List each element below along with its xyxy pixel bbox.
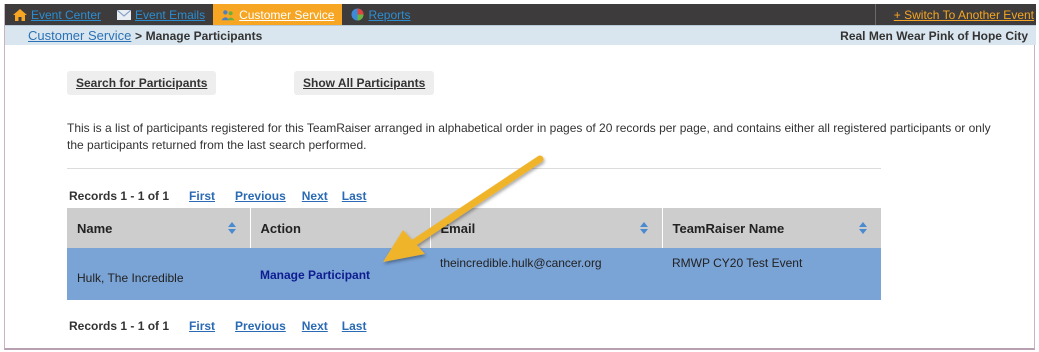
pager-first-link[interactable]: First (189, 189, 215, 203)
manage-participant-link[interactable]: Manage Participant (260, 268, 370, 282)
records-count: Records 1 - 1 of 1 (69, 319, 170, 333)
show-all-participants-button[interactable]: Show All Participants (294, 71, 435, 95)
records-count: Records 1 - 1 of 1 (69, 189, 170, 203)
pager-next-link[interactable]: Next (302, 189, 328, 203)
pager-previous-link[interactable]: Previous (235, 189, 286, 203)
search-participants-button[interactable]: Search for Participants (67, 71, 217, 95)
pager-top: Records 1 - 1 of 1 First Previous Next L… (69, 189, 386, 203)
nav-event-center[interactable]: Event Center (5, 4, 109, 25)
pager-last-link[interactable]: Last (342, 319, 367, 333)
column-header-name[interactable]: Name (67, 208, 250, 248)
cell-teamraiser: RMWP CY20 Test Event (662, 248, 881, 300)
switch-event-label: + Switch To Another Event (893, 7, 1034, 22)
column-header-teamraiser[interactable]: TeamRaiser Name (661, 208, 881, 248)
breadcrumb: Customer Service > Manage Participants R… (5, 25, 1036, 45)
nav-reports-label: Reports (368, 7, 411, 22)
nav-customer-service[interactable]: Customer Service (213, 4, 343, 25)
table-header-row: Name Action Email TeamRaiser Name (67, 208, 881, 248)
column-header-email-label: Email (440, 220, 476, 236)
nav-reports[interactable]: Reports (342, 4, 418, 25)
column-header-action-label: Action (260, 220, 301, 236)
breadcrumb-current-page: Manage Participants (145, 29, 263, 43)
column-header-action: Action (249, 208, 430, 248)
nav-event-emails[interactable]: Event Emails (109, 4, 213, 25)
sort-icon[interactable] (639, 222, 650, 236)
pager-last-link[interactable]: Last (342, 189, 367, 203)
column-header-name-label: Name (77, 220, 113, 236)
divider (67, 168, 881, 169)
people-icon (221, 9, 235, 21)
breadcrumb-customer-service-link[interactable]: Customer Service (28, 28, 131, 43)
pager-bottom: Records 1 - 1 of 1 First Previous Next L… (69, 319, 386, 333)
table-row: Hulk, The Incredible Manage Participant … (67, 248, 881, 300)
column-header-email[interactable]: Email (429, 208, 662, 248)
participants-table: Name Action Email TeamRaiser Name Hulk, … (67, 208, 881, 300)
top-navigation: Event Center Event Emails Customer Servi… (5, 4, 1036, 25)
column-header-teamraiser-label: TeamRaiser Name (672, 220, 785, 236)
nav-customer-service-label: Customer Service (239, 7, 335, 22)
breadcrumb-separator: > (134, 29, 142, 43)
sort-icon[interactable] (859, 222, 869, 236)
event-name: Real Men Wear Pink of Hope City (840, 28, 1028, 43)
cell-email: theincredible.hulk@cancer.org (430, 248, 662, 300)
switch-event-link[interactable]: + Switch To Another Event (874, 4, 1036, 25)
description-text: This is a list of participants registere… (67, 121, 991, 152)
pager-first-link[interactable]: First (189, 319, 215, 333)
pager-previous-link[interactable]: Previous (235, 319, 286, 333)
home-icon (13, 8, 27, 21)
pie-chart-icon (350, 8, 364, 21)
nav-event-center-label: Event Center (31, 7, 102, 22)
pager-next-link[interactable]: Next (302, 319, 328, 333)
cell-name: Hulk, The Incredible (67, 248, 250, 300)
page-frame: Event Center Event Emails Customer Servi… (4, 4, 1036, 350)
cell-action: Manage Participant (250, 248, 430, 300)
nav-event-emails-label: Event Emails (135, 7, 206, 22)
sort-icon[interactable] (227, 222, 238, 236)
envelope-icon (117, 9, 132, 21)
